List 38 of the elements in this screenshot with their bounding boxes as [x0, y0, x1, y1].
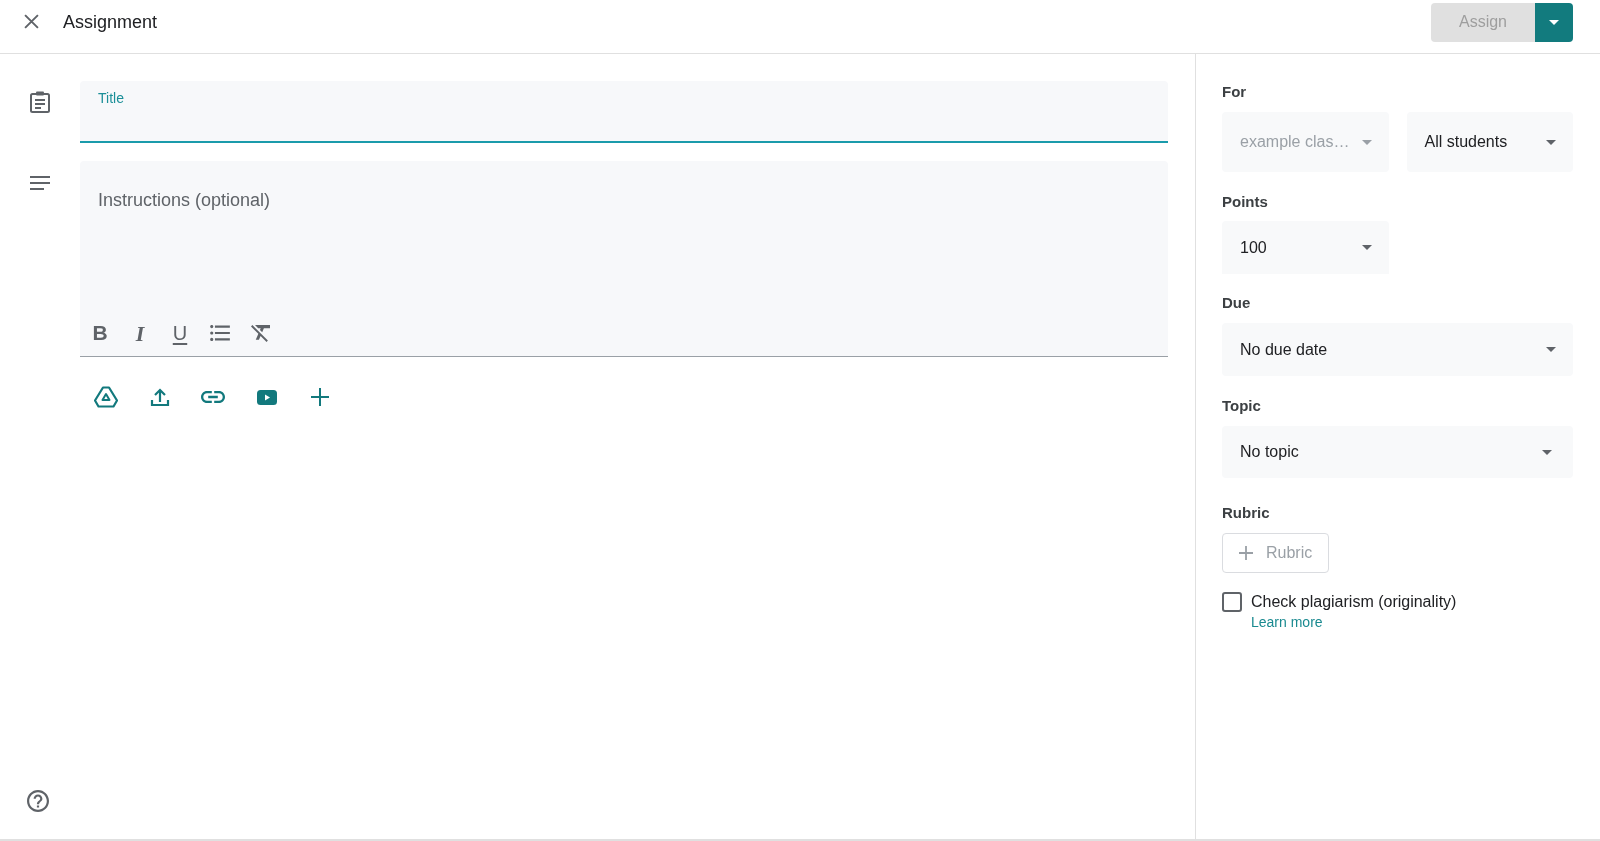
section-label: Rubric	[1222, 504, 1271, 522]
link-icon	[201, 391, 225, 403]
title-field[interactable]: Title	[80, 81, 1168, 143]
upload-icon	[149, 387, 170, 407]
close-icon	[23, 14, 39, 29]
caret-icon	[1361, 139, 1372, 145]
section-label: Topic	[1222, 397, 1262, 415]
plagiarism-checkbox[interactable]	[1222, 592, 1242, 612]
bulleted-list-icon	[210, 325, 230, 341]
points-dropdown[interactable]: 100	[1222, 221, 1389, 274]
bold-button[interactable]: B	[80, 313, 120, 353]
caret-icon	[1546, 347, 1556, 352]
caret-icon	[1362, 245, 1372, 250]
triangle-icon	[94, 386, 118, 408]
help-button[interactable]	[27, 790, 49, 812]
topic-dropdown[interactable]: No topic	[1222, 426, 1573, 478]
caret-icon	[1549, 19, 1559, 25]
plagiarism-label: Check plagiarism (originality)	[1251, 592, 1457, 612]
page-title: Assignment	[63, 10, 158, 33]
clear-formatting-icon	[250, 324, 270, 342]
plus-icon	[311, 388, 329, 406]
clipboard-icon	[30, 91, 50, 113]
instructions-field[interactable]: Instructions (optional)	[80, 161, 1168, 313]
caret-icon	[1546, 139, 1556, 145]
caret-icon	[1542, 449, 1552, 455]
students-dropdown[interactable]: All students	[1406, 112, 1573, 172]
help-icon	[27, 790, 49, 812]
due-date-dropdown[interactable]: No due date	[1222, 323, 1573, 376]
italic-button[interactable]: I	[120, 313, 160, 353]
underline-button[interactable]: U	[160, 313, 200, 353]
section-label: Points	[1222, 193, 1269, 211]
learn-more-link[interactable]: Learn more	[1251, 612, 1323, 632]
section-label: Due	[1222, 294, 1252, 312]
text-lines-icon	[30, 176, 50, 190]
assign-options-button[interactable]	[1535, 2, 1573, 42]
plus-icon	[1239, 546, 1253, 560]
section-label: For	[1222, 83, 1248, 101]
play-icon	[256, 389, 277, 405]
